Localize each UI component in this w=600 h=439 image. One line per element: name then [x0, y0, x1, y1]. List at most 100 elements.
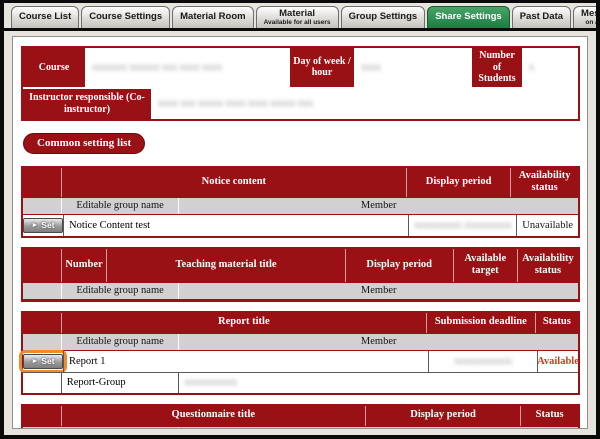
subheader-editable-group: Editable group name	[61, 283, 179, 299]
report-status-cell: Available	[537, 351, 578, 372]
report-table-row: ►Set Report 1 xxxxxxxxxxx Available	[23, 351, 578, 372]
header-empty	[23, 406, 61, 426]
students-count-label: Number of Students	[472, 48, 522, 87]
redacted-text: x	[529, 62, 534, 73]
header-display-period: Display period	[365, 406, 520, 426]
report-deadline-cell: xxxxxxxxxxx	[428, 351, 537, 372]
report-table-subheader: Editable group name Member	[23, 333, 578, 351]
day-of-week-label: Day of week / hour	[290, 48, 354, 87]
subheader-empty	[23, 427, 61, 430]
instructor-label: Instructor responsible (Co-instructor)	[23, 89, 151, 119]
tab-label: Past Data	[520, 12, 563, 22]
header-empty	[23, 249, 61, 282]
header-report-title: Report title	[61, 313, 426, 333]
students-count-value: x	[522, 48, 578, 87]
subheader-member: Member	[178, 334, 578, 350]
subheader-editable-group: Editable group name	[61, 198, 179, 214]
course-info-row-1: Course xxxxxxx xxxxxx xxx xxxx xxxx Day …	[23, 48, 578, 87]
tab-sublabel: on a class	[585, 19, 596, 26]
course-info-row-2: Instructor responsible (Co-instructor) x…	[23, 87, 578, 119]
material-table-header: Number Teaching material title Display p…	[23, 249, 578, 282]
notice-status-cell: Unavailable	[516, 215, 578, 236]
redacted-text: xxxxxxxxx xxxxxxxxx	[414, 220, 511, 231]
header-status: Status	[520, 406, 578, 426]
tab-course-settings[interactable]: Course Settings	[81, 6, 170, 28]
report-title-cell: Report 1	[63, 351, 428, 372]
course-info-box: Course xxxxxxx xxxxxx xxx xxxx xxxx Day …	[21, 46, 580, 121]
header-material-title: Teaching material title	[106, 249, 345, 282]
header-number: Number	[61, 249, 107, 282]
course-value: xxxxxxx xxxxxx xxx xxxx xxxx	[85, 48, 290, 87]
redacted-text: xxxx xxx xxxxx xxxx xxxx xxxxx xxx	[158, 98, 313, 109]
subheader-empty	[23, 334, 61, 350]
tab-sublabel: Available for all users	[264, 19, 331, 26]
set-button-notice[interactable]: ►Set	[23, 218, 63, 233]
tab-past-data[interactable]: Past Data	[512, 6, 571, 28]
tab-material-room[interactable]: Material Room	[172, 6, 253, 28]
tab-label: Material Room	[180, 12, 245, 22]
tab-material-all-users[interactable]: Material Available for all users	[256, 6, 339, 28]
questionnaire-table-header: Questionnaire title Display period Statu…	[23, 406, 578, 426]
subheader-empty	[23, 198, 61, 214]
tab-course-list[interactable]: Course List	[11, 6, 79, 28]
redacted-text: xxxxxxxxxxx	[454, 356, 512, 367]
report-group-name-cell: Report-Group	[61, 372, 179, 393]
subheader-member: Member	[178, 198, 578, 214]
material-table-subheader: Editable group name Member	[23, 282, 578, 300]
subheader-empty	[23, 283, 61, 299]
set-button-cell: ►Set	[23, 215, 63, 236]
play-icon: ►	[31, 358, 38, 365]
notice-table-row: ►Set Notice Content test xxxxxxxxx xxxxx…	[23, 215, 578, 236]
empty-cell	[23, 372, 61, 393]
page: Course List Course Settings Material Roo…	[4, 3, 596, 435]
subheader-editable-group: Editable group name	[61, 334, 179, 350]
header-status: Status	[535, 313, 578, 333]
play-icon: ►	[31, 222, 38, 229]
common-setting-list-button[interactable]: Common setting list	[23, 133, 145, 154]
set-button-label: Set	[41, 220, 54, 230]
instructor-value: xxxx xxx xxxxx xxxx xxxx xxxxx xxx	[151, 89, 578, 119]
report-group-row: Report-Group xxxxxxxxxx	[23, 372, 578, 393]
day-of-week-value: xxxx	[354, 48, 472, 87]
report-table: Report title Submission deadline Status …	[21, 311, 580, 395]
notice-period-cell: xxxxxxxxx xxxxxxxxx	[408, 215, 516, 236]
report-group-member-cell: xxxxxxxxxx	[178, 372, 578, 393]
tab-label: Material	[279, 9, 315, 19]
header-display-period: Display period	[345, 249, 453, 282]
tab-bar: Course List Course Settings Material Roo…	[4, 3, 596, 31]
tab-message[interactable]: Message on a class	[573, 6, 596, 28]
redacted-text: xxxxxxx xxxxxx xxx xxxx xxxx	[92, 62, 222, 73]
notice-table-subheader: Editable group name Member	[23, 197, 578, 215]
header-display-period: Display period	[406, 168, 510, 197]
header-questionnaire-title: Questionnaire title	[61, 406, 365, 426]
header-availability-status: Availability status	[510, 168, 578, 197]
report-table-header: Report title Submission deadline Status	[23, 313, 578, 333]
tab-share-settings[interactable]: Share Settings	[427, 6, 510, 28]
notice-title-cell: Notice Content test	[63, 215, 408, 236]
redacted-text: xxxxxxxxxx	[184, 377, 237, 388]
subheader-member: Member	[178, 427, 578, 430]
header-empty	[23, 313, 61, 333]
header-empty	[23, 168, 61, 197]
header-available-target: Available target	[453, 249, 517, 282]
subheader-member: Member	[178, 283, 578, 299]
tab-label: Course List	[19, 12, 71, 22]
notice-table-header: Notice content Display period Availabili…	[23, 168, 578, 197]
header-availability-status: Availability status	[517, 249, 578, 282]
tab-label: Share Settings	[435, 12, 502, 22]
header-submission-deadline: Submission deadline	[426, 313, 535, 333]
tab-label: Message	[581, 9, 596, 19]
tab-label: Course Settings	[89, 12, 162, 22]
set-button-cell: ►Set	[23, 351, 63, 372]
tab-group-settings[interactable]: Group Settings	[341, 6, 426, 28]
subheader-editable-group: Editable group name	[61, 427, 179, 430]
questionnaire-table-subheader: Editable group name Member	[23, 426, 578, 430]
content-panel: Course xxxxxxx xxxxxx xxx xxxx xxxx Day …	[12, 36, 588, 429]
course-label: Course	[23, 48, 85, 87]
set-button-label: Set	[41, 356, 54, 366]
questionnaire-table: Questionnaire title Display period Statu…	[21, 404, 580, 430]
tab-label: Group Settings	[349, 12, 418, 22]
header-notice-content: Notice content	[61, 168, 406, 197]
set-button-report[interactable]: ►Set	[23, 354, 63, 369]
material-table: Number Teaching material title Display p…	[21, 247, 580, 302]
